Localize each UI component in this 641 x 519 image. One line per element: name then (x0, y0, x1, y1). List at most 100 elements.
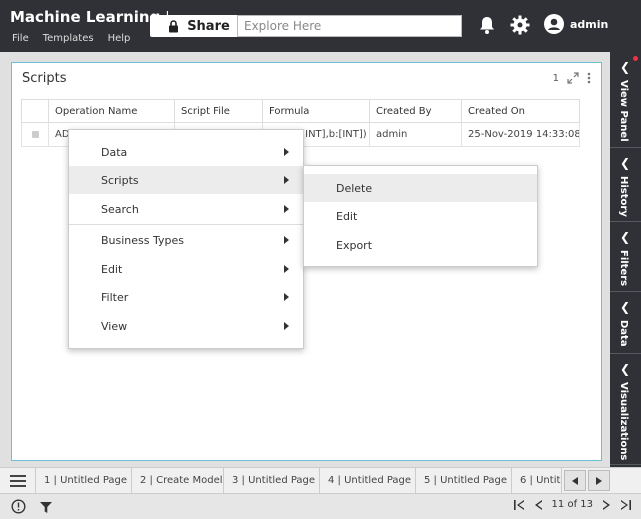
submenu-arrow-icon (284, 176, 289, 184)
search-input[interactable] (237, 15, 462, 37)
menu-divider (69, 224, 303, 225)
next-page-icon[interactable] (603, 499, 610, 510)
sidebar-tab-visualizations[interactable]: ❮ Visualizations (610, 354, 641, 465)
page-tab-number: 3 (232, 475, 239, 486)
submenu-arrow-icon (284, 236, 289, 244)
menu-item-label: Scripts (101, 173, 139, 187)
menu-item-view[interactable]: View (69, 312, 303, 340)
bell-icon[interactable] (476, 14, 498, 36)
sidebar-tab-label: View Panel (618, 80, 629, 142)
pager: 11 of 13 (513, 499, 631, 510)
chevron-left-icon: ❮ (620, 60, 631, 74)
user-name: admin (570, 17, 609, 31)
sidebar-tab-label: Filters (618, 250, 629, 287)
lock-icon (169, 19, 179, 32)
menu-item-search[interactable]: Search (69, 195, 303, 223)
panel-controls: 1 (553, 72, 591, 84)
page-tab-number: 4 (328, 475, 335, 486)
menu-item-edit[interactable]: Edit (69, 255, 303, 283)
scripts-submenu: Delete Edit Export (303, 165, 538, 267)
caret-right-icon (596, 476, 602, 485)
page-tab-number: 6 (520, 475, 527, 486)
more-vertical-icon[interactable] (587, 72, 591, 84)
menu-templates[interactable]: Templates (43, 33, 94, 44)
table-header-row: Operation Name Script File Formula Creat… (21, 99, 580, 123)
hamburger-menu-icon[interactable] (0, 468, 36, 493)
menu-item-label: Edit (336, 209, 358, 223)
page-tab-label: Untitled Page (344, 475, 412, 486)
chevron-left-icon: ❮ (620, 156, 631, 170)
avatar-icon (544, 14, 564, 34)
submenu-item-delete[interactable]: Delete (304, 174, 537, 202)
sidebar-tab-data[interactable]: ❮ Data (610, 292, 641, 354)
page-tab[interactable]: 1 | Untitled Page (36, 468, 132, 493)
menu-item-data[interactable]: Data (69, 138, 303, 166)
menu-item-label: Search (101, 202, 139, 216)
page-tab-number: 5 (424, 475, 431, 486)
column-header[interactable]: Created On (461, 99, 580, 123)
panel-title: Scripts (22, 71, 67, 86)
submenu-item-export[interactable]: Export (304, 231, 537, 259)
menu-item-label: Filter (101, 290, 129, 304)
submenu-arrow-icon (284, 265, 289, 273)
share-label: Share (187, 18, 230, 34)
chevron-left-icon: ❮ (620, 230, 631, 244)
info-alert-icon[interactable] (11, 499, 26, 514)
submenu-arrow-icon (284, 293, 289, 301)
page-tab[interactable]: 2 | Create Model (132, 468, 224, 493)
menu-item-business-types[interactable]: Business Types (69, 226, 303, 254)
menu-item-label: View (101, 319, 128, 333)
status-bar: 11 of 13 (0, 493, 641, 519)
record-count: 1 (552, 72, 559, 84)
chevron-left-icon: ❮ (620, 300, 631, 314)
column-header[interactable]: Formula (262, 99, 370, 123)
column-header[interactable]: Script File (174, 99, 263, 123)
page-tab[interactable]: 4 | Untitled Page (320, 468, 416, 493)
previous-page-icon[interactable] (534, 499, 542, 510)
menu-item-label: Export (336, 238, 373, 252)
menu-item-label: Data (101, 145, 128, 159)
column-header[interactable]: Created By (369, 99, 462, 123)
expand-icon[interactable] (567, 72, 579, 84)
sidebar-tab-history[interactable]: ❮ History (610, 148, 641, 222)
submenu-arrow-icon (284, 205, 289, 213)
share-button[interactable]: Share (150, 15, 248, 37)
page-tab[interactable]: 6 | Untitled Page (512, 468, 562, 493)
cell-created-on[interactable]: 25-Nov-2019 14:33:08 IST (461, 122, 580, 147)
page-tabs-bar: 1 | Untitled Page 2 | Create Model 3 | U… (0, 467, 641, 493)
context-menu: Data Scripts Search Business Types Edit … (68, 129, 304, 349)
sidebar-tab-label: Data (618, 320, 629, 347)
tabs-scroll-left-button[interactable] (564, 470, 586, 491)
user-menu[interactable]: admin (544, 14, 608, 34)
page-tab[interactable]: 5 | Untitled Page (416, 468, 512, 493)
page-tab[interactable]: 3 | Untitled Page (224, 468, 320, 493)
first-page-icon[interactable] (513, 499, 525, 510)
cell-created-by[interactable]: admin (369, 122, 462, 147)
row-selector[interactable] (21, 122, 49, 147)
right-sidebar: ❮ View Panel ❮ History ❮ Filters ❮ Data … (610, 52, 641, 467)
submenu-item-edit[interactable]: Edit (304, 202, 537, 230)
last-page-icon[interactable] (620, 499, 631, 510)
notification-dot (633, 56, 638, 61)
page-indicator: 11 of 13 (551, 499, 593, 510)
tabs-scroll-right-button[interactable] (588, 470, 610, 491)
page-tab-number: 1 (44, 475, 51, 486)
menu-help[interactable]: Help (108, 33, 131, 44)
sidebar-tab-view-panel[interactable]: ❮ View Panel (610, 52, 641, 148)
page-tab-label: Create Model (156, 475, 223, 486)
menu-item-label: Delete (336, 181, 373, 195)
sidebar-tab-label: History (618, 176, 629, 217)
page-tab-number: 2 (140, 475, 147, 486)
menu-item-filter[interactable]: Filter (69, 283, 303, 311)
filter-icon[interactable] (40, 502, 52, 513)
sidebar-tab-filters[interactable]: ❮ Filters (610, 222, 641, 292)
gear-icon[interactable] (509, 14, 531, 36)
chevron-left-icon: ❮ (620, 362, 631, 376)
page-tab-label: Untitled Page (60, 475, 128, 486)
menu-item-scripts[interactable]: Scripts (69, 166, 303, 194)
select-column-header (21, 99, 49, 123)
page-tab-label: Untitled Page (248, 475, 316, 486)
column-header[interactable]: Operation Name (48, 99, 175, 123)
sidebar-tab-label: Visualizations (618, 382, 629, 461)
menu-file[interactable]: File (12, 33, 29, 44)
